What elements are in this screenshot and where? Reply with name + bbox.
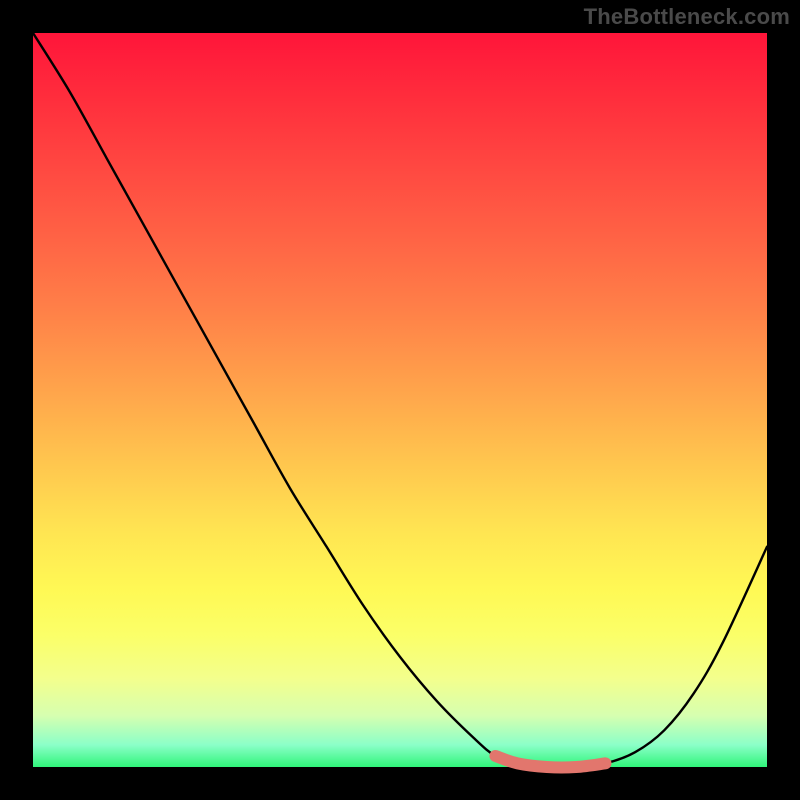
plot-area bbox=[33, 33, 767, 767]
curve-svg bbox=[33, 33, 767, 767]
watermark-text: TheBottleneck.com bbox=[584, 4, 790, 30]
bottleneck-curve bbox=[33, 33, 767, 767]
valley-emphasis bbox=[495, 756, 605, 767]
chart-frame: TheBottleneck.com bbox=[0, 0, 800, 800]
